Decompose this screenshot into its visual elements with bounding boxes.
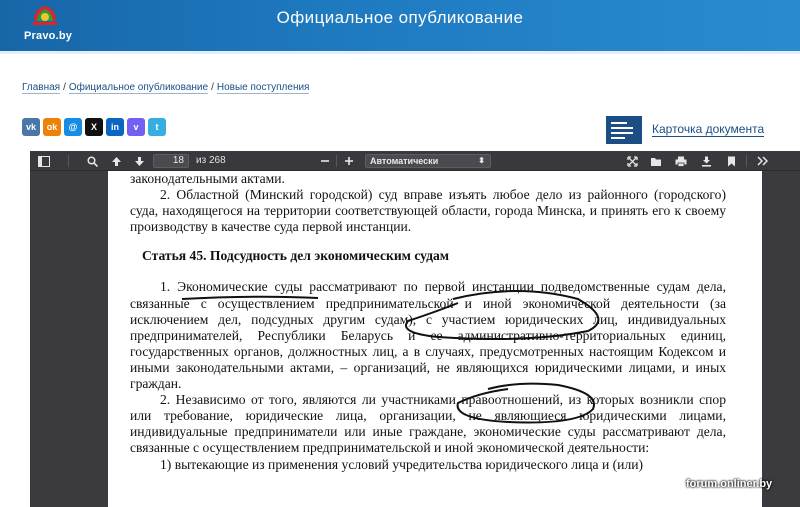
share-odnoklassniki-icon[interactable]: ok xyxy=(43,118,61,136)
paragraph: 1) вытекающие из применения условий учре… xyxy=(160,456,644,472)
viewer-toolbar: 18 из 268 Автоматически ⬍ xyxy=(30,151,800,171)
download-icon[interactable] xyxy=(698,154,714,168)
tools-icon[interactable] xyxy=(754,154,770,168)
paragraph: 1. Экономические суды рассматривают по п… xyxy=(130,279,726,392)
paragraph: законодательными актами. xyxy=(130,171,285,186)
zoom-select[interactable]: Автоматически ⬍ xyxy=(365,154,491,168)
share-x-icon[interactable]: X xyxy=(85,118,103,136)
watermark: forum.onliner.by xyxy=(686,478,773,490)
toolbar-separator xyxy=(336,155,337,167)
logo-text: Pravo.by xyxy=(24,30,73,42)
share-linkedin-icon[interactable]: in xyxy=(106,118,124,136)
pdf-page: законодательными актами. 2. Областной (М… xyxy=(108,171,762,507)
document-text: законодательными актами. 2. Областной (М… xyxy=(130,171,726,473)
breadcrumb-separator: / xyxy=(211,82,214,93)
zoom-out-icon[interactable] xyxy=(317,154,333,168)
chevron-updown-icon: ⬍ xyxy=(478,156,485,165)
document-card[interactable]: Карточка документа xyxy=(606,116,765,144)
paragraph: 2. Областной (Минский городской) суд впр… xyxy=(130,187,726,235)
breadcrumb-separator: / xyxy=(63,82,66,93)
share-viber-icon[interactable]: v xyxy=(127,118,145,136)
zoom-in-icon[interactable] xyxy=(341,154,357,168)
breadcrumb-home[interactable]: Главная xyxy=(22,82,61,94)
breadcrumb: Главная / Официальное опубликование / Новые … xyxy=(22,82,310,94)
site-header: Pravo.by Официальное опубликование xyxy=(0,0,800,51)
share-bar: vk ok @ X in v t xyxy=(22,118,166,136)
article-heading: Статья 45. Подсудность дел экономическим… xyxy=(142,248,450,264)
search-icon[interactable] xyxy=(84,154,100,168)
zoom-select-value: Автоматически xyxy=(370,156,439,166)
prev-page-icon[interactable] xyxy=(108,154,124,168)
toolbar-separator xyxy=(68,155,69,167)
breadcrumb-official-publication[interactable]: Официальное опубликование xyxy=(68,82,209,94)
header-divider xyxy=(0,51,800,54)
toolbar-separator xyxy=(746,155,747,167)
breadcrumb-new-arrivals[interactable]: Новые поступления xyxy=(216,82,310,94)
print-icon[interactable] xyxy=(673,154,689,168)
next-page-icon[interactable] xyxy=(131,154,147,168)
document-card-icon xyxy=(606,116,642,144)
presentation-icon[interactable] xyxy=(624,154,640,168)
share-telegram-icon[interactable]: t xyxy=(148,118,166,136)
page-number-input[interactable]: 18 xyxy=(153,154,189,168)
open-file-icon[interactable] xyxy=(648,154,664,168)
share-vk-icon[interactable]: vk xyxy=(22,118,40,136)
document-card-link[interactable]: Карточка документа xyxy=(652,123,765,137)
pdf-viewer: 18 из 268 Автоматически ⬍ законодательны… xyxy=(30,151,800,507)
page-total: из 268 xyxy=(196,155,226,166)
share-moimir-icon[interactable]: @ xyxy=(64,118,82,136)
page-title: Официальное опубликование xyxy=(276,8,524,27)
bookmark-icon[interactable] xyxy=(723,154,739,168)
paragraph: 2. Независимо от того, являются ли участ… xyxy=(130,392,726,456)
sidebar-toggle-icon[interactable] xyxy=(36,154,52,168)
